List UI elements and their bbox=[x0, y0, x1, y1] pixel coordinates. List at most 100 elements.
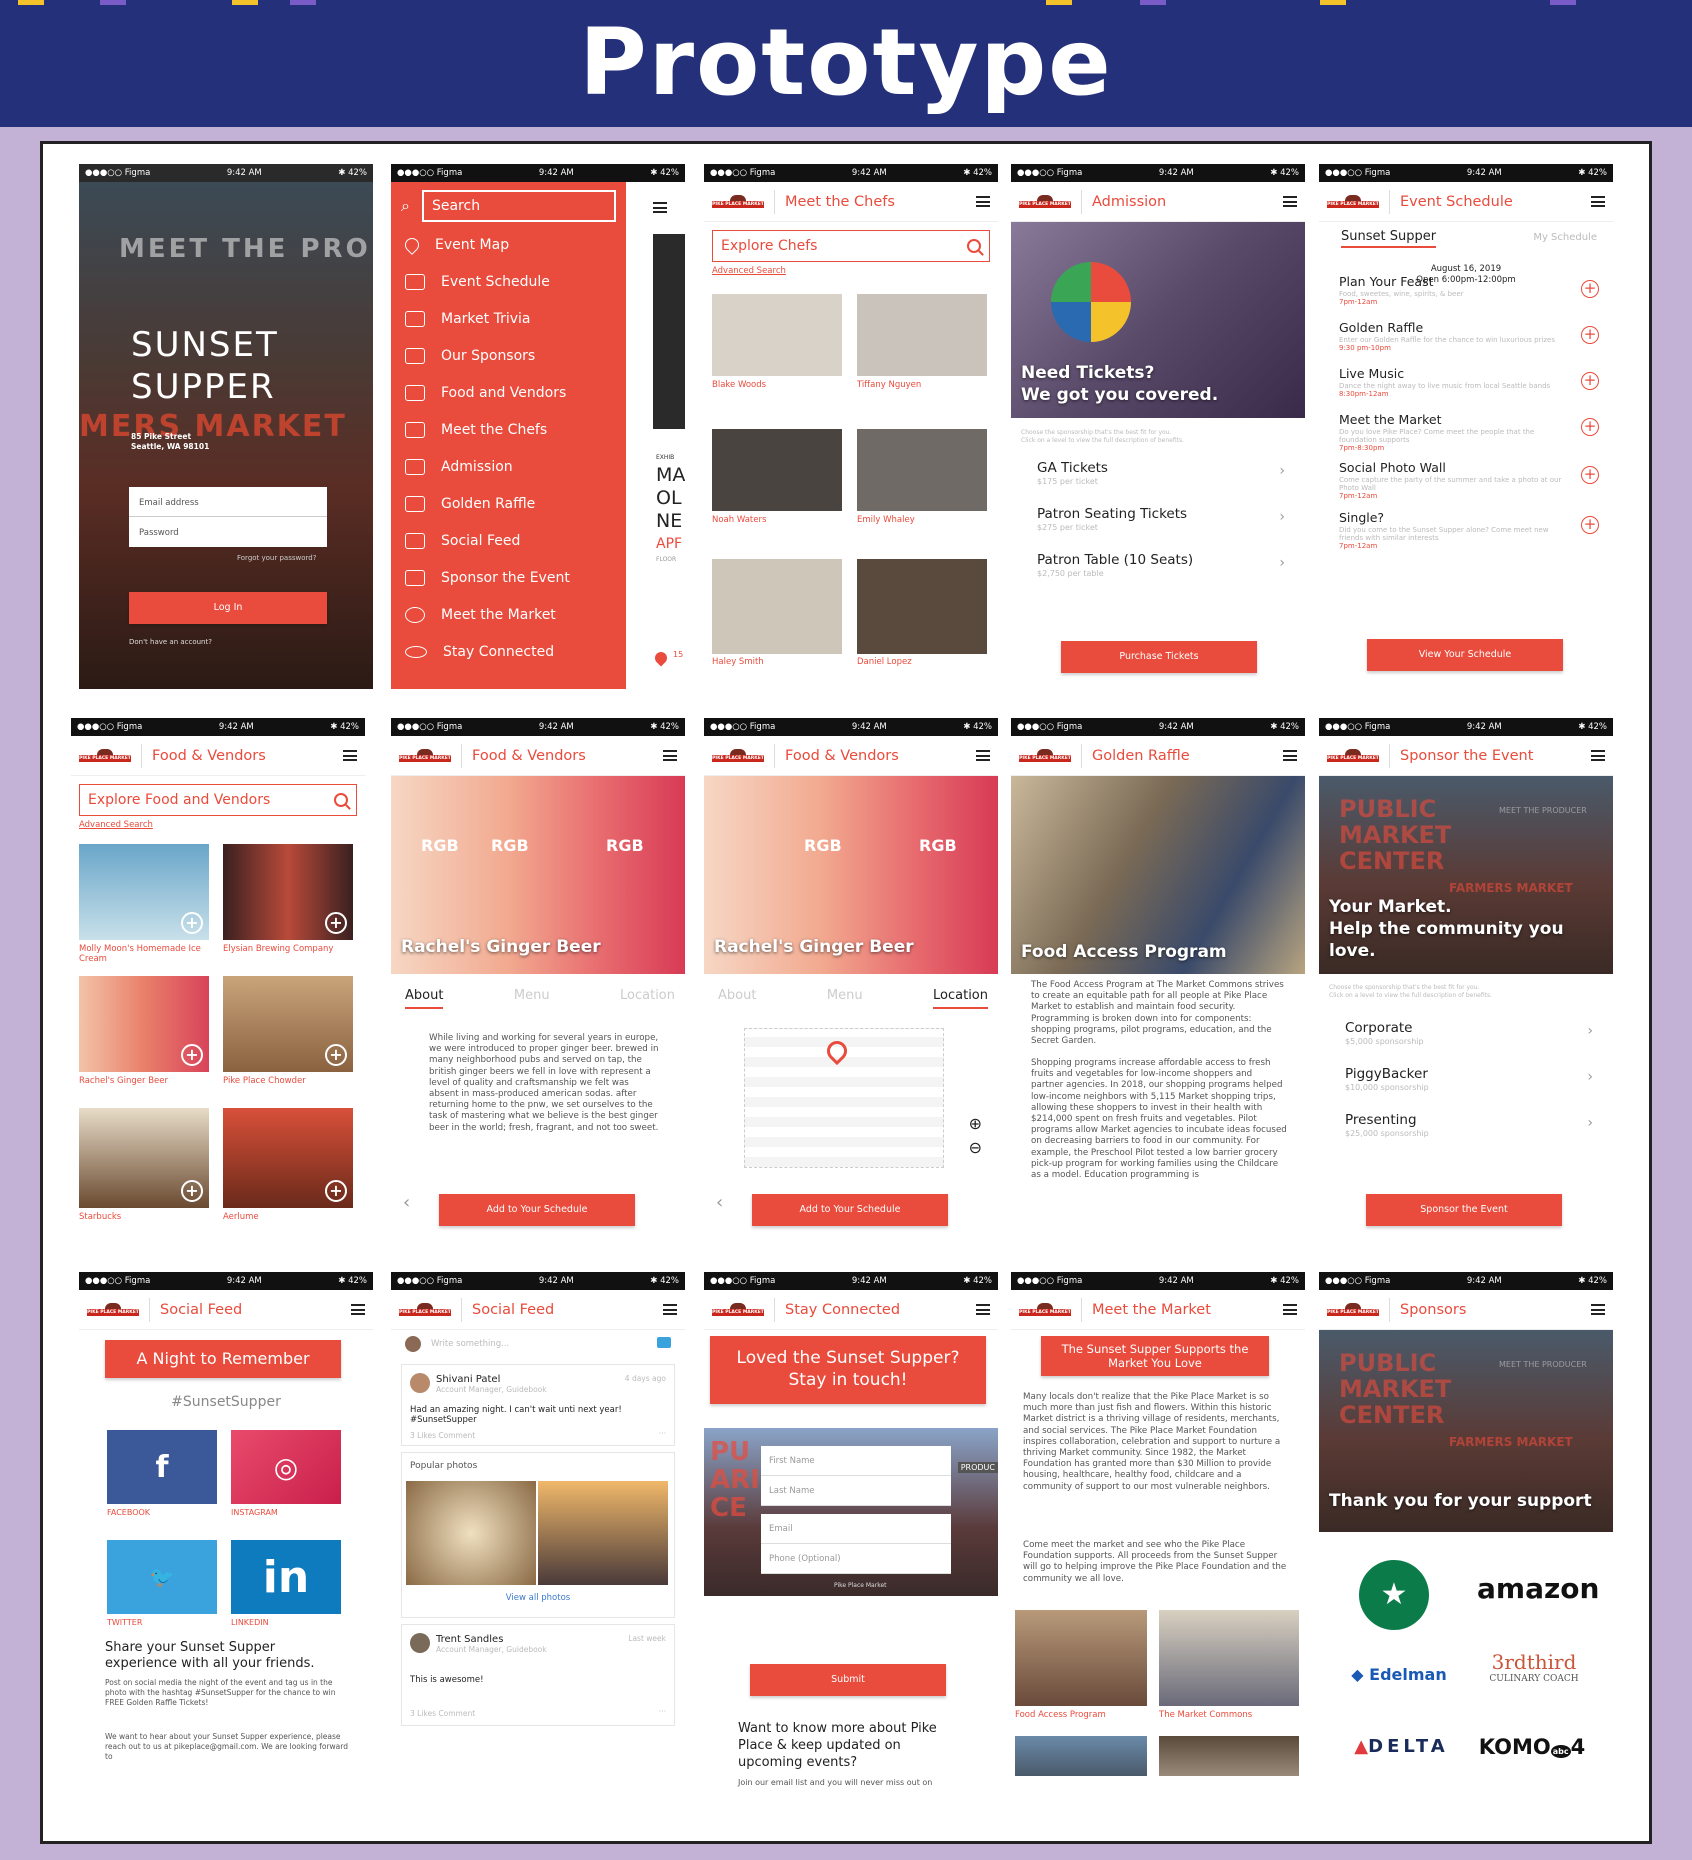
write-post-input[interactable]: Write something... bbox=[431, 1339, 509, 1349]
sponsorship-option[interactable]: Corporate $5,000 sponsorship › bbox=[1345, 1020, 1593, 1046]
vendor-photo[interactable]: + bbox=[79, 1108, 209, 1208]
password-field[interactable]: Password bbox=[129, 517, 327, 547]
menu-item-market-trivia[interactable]: Market Trivia bbox=[391, 300, 626, 337]
first-name-field[interactable]: First Name bbox=[761, 1446, 951, 1476]
culinary-coach-logo[interactable]: 3rdthird CULINARY COACH bbox=[1469, 1650, 1599, 1684]
tab-sunset-supper[interactable]: Sunset Supper bbox=[1341, 229, 1437, 248]
add-icon[interactable]: + bbox=[181, 1044, 203, 1066]
commons-photo[interactable] bbox=[1159, 1610, 1299, 1706]
chef-photo[interactable] bbox=[857, 559, 987, 654]
tab-my-schedule[interactable]: My Schedule bbox=[1533, 232, 1597, 243]
chef-photo[interactable] bbox=[857, 294, 987, 376]
zoom-in-icon[interactable]: ⊕ bbox=[969, 1114, 982, 1133]
add-icon[interactable]: + bbox=[181, 1180, 203, 1202]
vendor-photo[interactable]: + bbox=[79, 844, 209, 940]
chef-photo[interactable] bbox=[712, 429, 842, 511]
view-schedule-button[interactable]: View Your Schedule bbox=[1367, 639, 1563, 671]
chef-photo[interactable] bbox=[712, 559, 842, 654]
ticket-option[interactable]: Patron Table (10 Seats) $2,750 per table › bbox=[1037, 552, 1285, 578]
menu-icon[interactable] bbox=[1283, 750, 1297, 761]
linkedin-button[interactable]: in bbox=[231, 1540, 341, 1614]
menu-item-admission[interactable]: Admission bbox=[391, 448, 626, 485]
login-button[interactable]: Log In bbox=[129, 592, 327, 624]
menu-icon[interactable] bbox=[1591, 196, 1605, 207]
schedule-item[interactable]: Live Music Dance the night away to live m… bbox=[1339, 367, 1573, 399]
schedule-item[interactable]: Golden Raffle Enter our Golden Raffle for… bbox=[1339, 321, 1573, 353]
add-icon[interactable]: + bbox=[325, 1180, 347, 1202]
tab-location[interactable]: Location bbox=[933, 988, 988, 1009]
market-photo[interactable] bbox=[1159, 1736, 1299, 1776]
purchase-tickets-button[interactable]: Purchase Tickets bbox=[1061, 641, 1257, 673]
menu-item-event-schedule[interactable]: Event Schedule bbox=[391, 263, 626, 300]
post-actions[interactable]: 3 Likes Comment bbox=[410, 1431, 475, 1440]
vendor-photo[interactable]: + bbox=[223, 976, 353, 1072]
twitter-button[interactable]: 🐦 bbox=[107, 1540, 217, 1614]
menu-item-golden-raffle[interactable]: Golden Raffle bbox=[391, 485, 626, 522]
menu-icon[interactable] bbox=[663, 1304, 677, 1315]
ticket-option[interactable]: Patron Seating Tickets $275 per ticket › bbox=[1037, 506, 1285, 532]
add-icon[interactable]: + bbox=[325, 912, 347, 934]
starbucks-logo[interactable]: ★ bbox=[1359, 1560, 1429, 1630]
add-schedule-button[interactable]: Add to Your Schedule bbox=[439, 1194, 635, 1226]
food-search-input[interactable]: Explore Food and Vendors bbox=[79, 784, 357, 816]
forgot-link[interactable]: Forgot your password? bbox=[237, 554, 316, 562]
back-icon[interactable]: ‹ bbox=[403, 1192, 410, 1213]
tab-location[interactable]: Location bbox=[620, 988, 675, 1009]
add-to-schedule-icon[interactable]: + bbox=[1581, 372, 1599, 390]
sponsorship-option[interactable]: Presenting $25,000 sponsorship › bbox=[1345, 1112, 1593, 1138]
vendor-photo[interactable]: + bbox=[79, 976, 209, 1072]
menu-icon[interactable] bbox=[343, 750, 357, 761]
menu-item-food-vendors[interactable]: Food and Vendors bbox=[391, 374, 626, 411]
view-all-link[interactable]: View all photos bbox=[402, 1593, 674, 1603]
schedule-item[interactable]: Single? Did you come to the Sunset Supper… bbox=[1339, 511, 1573, 551]
menu-item-event-map[interactable]: Event Map bbox=[391, 226, 626, 263]
chef-search-input[interactable]: Explore Chefs bbox=[712, 230, 990, 262]
tab-about[interactable]: About bbox=[718, 988, 756, 1009]
komo-logo[interactable]: KOMO abc4 bbox=[1467, 1735, 1597, 1759]
email-field[interactable]: Email address bbox=[129, 487, 327, 517]
schedule-item[interactable]: Plan Your Feast Food, sweetes, wine, spir… bbox=[1339, 275, 1573, 307]
menu-item-meet-market[interactable]: Meet the Market bbox=[391, 596, 626, 633]
menu-icon[interactable] bbox=[1283, 1304, 1297, 1315]
amazon-logo[interactable]: amazon bbox=[1477, 1572, 1599, 1605]
chef-photo[interactable] bbox=[857, 429, 987, 511]
edelman-logo[interactable]: ◆ Edelman bbox=[1339, 1665, 1459, 1684]
menu-icon[interactable] bbox=[663, 750, 677, 761]
add-icon[interactable]: + bbox=[325, 1044, 347, 1066]
menu-item-meet-chefs[interactable]: Meet the Chefs bbox=[391, 411, 626, 448]
sunset-photo[interactable] bbox=[538, 1481, 668, 1585]
menu-item-social-feed[interactable]: Social Feed bbox=[391, 522, 626, 559]
zoom-out-icon[interactable]: ⊖ bbox=[969, 1138, 982, 1157]
last-name-field[interactable]: Last Name bbox=[761, 1476, 951, 1506]
advanced-search-link[interactable]: Advanced Search bbox=[79, 820, 357, 830]
vendor-photo[interactable]: + bbox=[223, 844, 353, 940]
tab-about[interactable]: About bbox=[405, 988, 444, 1009]
facebook-button[interactable]: f bbox=[107, 1430, 217, 1504]
menu-item-our-sponsors[interactable]: Our Sponsors bbox=[391, 337, 626, 374]
ticket-option[interactable]: GA Tickets $175 per ticket › bbox=[1037, 460, 1285, 486]
submit-button[interactable]: Submit bbox=[750, 1664, 946, 1696]
more-icon[interactable]: ··· bbox=[659, 1429, 666, 1438]
more-icon[interactable]: ··· bbox=[659, 1707, 666, 1716]
sponsor-event-button[interactable]: Sponsor the Event bbox=[1366, 1194, 1562, 1226]
advanced-search-link[interactable]: Advanced Search bbox=[712, 266, 990, 276]
search-input[interactable]: Search bbox=[421, 190, 616, 222]
add-to-schedule-icon[interactable]: + bbox=[1581, 516, 1599, 534]
add-to-schedule-icon[interactable]: + bbox=[1581, 280, 1599, 298]
menu-icon[interactable] bbox=[976, 1304, 990, 1315]
delta-logo[interactable]: ▲DELTA bbox=[1339, 1736, 1464, 1757]
signup-link[interactable]: Don't have an account? bbox=[129, 638, 212, 646]
email-field[interactable]: Email bbox=[761, 1514, 951, 1544]
phone-field[interactable]: Phone (Optional) bbox=[761, 1544, 951, 1574]
menu-icon[interactable] bbox=[1591, 750, 1605, 761]
add-schedule-button[interactable]: Add to Your Schedule bbox=[752, 1194, 948, 1226]
venue-map[interactable] bbox=[744, 1028, 944, 1168]
menu-item-sponsor-event[interactable]: Sponsor the Event bbox=[391, 559, 626, 596]
menu-item-stay-connected[interactable]: Stay Connected bbox=[391, 633, 626, 670]
add-to-schedule-icon[interactable]: + bbox=[1581, 326, 1599, 344]
add-to-schedule-icon[interactable]: + bbox=[1581, 466, 1599, 484]
chef-photo[interactable] bbox=[712, 294, 842, 376]
post-actions[interactable]: 3 Likes Comment bbox=[410, 1709, 475, 1718]
back-icon[interactable]: ‹ bbox=[716, 1192, 723, 1213]
market-photo[interactable] bbox=[1015, 1736, 1147, 1776]
